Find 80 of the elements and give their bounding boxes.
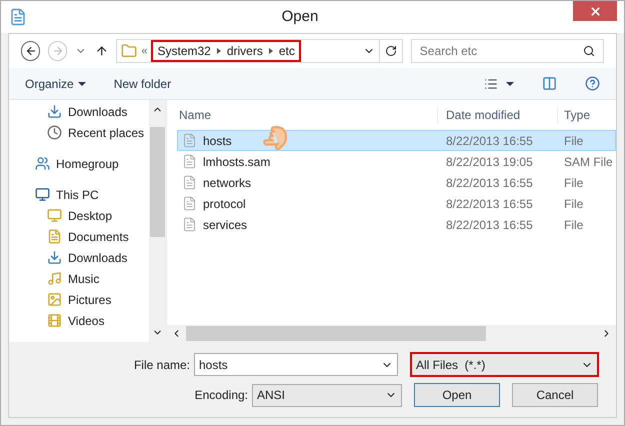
file-row[interactable]: protocol 8/22/2013 16:55 File: [177, 193, 616, 214]
new-folder-button[interactable]: New folder: [114, 74, 172, 92]
dialog-button[interactable]: Cancel: [512, 383, 598, 407]
back-button[interactable]: [21, 41, 40, 61]
file-name-value: hosts: [199, 356, 229, 374]
file-icon: [182, 154, 197, 169]
date-cell-text: 8/22/2013 16:55: [445, 216, 534, 234]
nav-item[interactable]: Music: [9, 268, 149, 289]
view-list-icon[interactable]: [484, 76, 498, 90]
type-cell-text: File: [563, 174, 584, 192]
close-icon: [588, 4, 602, 18]
caret-icon: [78, 82, 86, 86]
nav-item[interactable]: Desktop: [9, 205, 149, 226]
up-arrow-icon[interactable]: [94, 44, 108, 58]
column-header[interactable]: Name: [167, 106, 437, 124]
back-arrow-icon: [24, 45, 37, 57]
search-field[interactable]: Search etc: [410, 39, 604, 63]
notepad-icon: [9, 8, 27, 26]
date-cell-text: 8/22/2013 16:55: [445, 132, 534, 150]
pointing-hand-icon: [262, 125, 288, 151]
search-input[interactable]: Search etc: [420, 42, 583, 60]
file-name: services: [203, 216, 248, 234]
caret-icon[interactable]: [506, 82, 514, 86]
file-icon: [182, 175, 197, 190]
file-name-field[interactable]: hosts: [194, 353, 398, 376]
breadcrumb-item[interactable]: System32: [157, 42, 211, 60]
date-cell-text: 8/22/2013 16:55: [445, 174, 534, 192]
nav-item[interactable]: Downloads: [9, 247, 149, 268]
forward-arrow-icon: [52, 45, 64, 57]
search-icon: [583, 45, 595, 57]
type-cell-text: File: [563, 196, 584, 212]
overflow-chevron[interactable]: «: [141, 42, 148, 60]
separator-icon: [268, 48, 273, 54]
nav-item[interactable]: Pictures: [9, 289, 149, 310]
refresh-button[interactable]: [380, 39, 403, 63]
file-name: hosts: [203, 132, 232, 150]
type-cell-text: File: [563, 132, 584, 150]
separator-icon: [216, 48, 221, 54]
preview-pane-icon[interactable]: [542, 76, 557, 91]
breadcrumb-item[interactable]: etc: [278, 42, 295, 60]
nav-item[interactable]: Videos: [9, 310, 149, 331]
column-header[interactable]: Type: [557, 106, 616, 124]
address-bar[interactable]: « System32 drivers etc: [116, 39, 380, 63]
nav-item[interactable]: Recent places: [9, 122, 149, 143]
scroll-thumb[interactable]: [150, 127, 165, 237]
file-icon: [182, 196, 197, 211]
horizontal-scrollbar[interactable]: [167, 325, 616, 342]
nav-item[interactable]: Documents: [9, 226, 149, 247]
file-icon: [182, 133, 197, 148]
column-header[interactable]: Date modified: [437, 106, 557, 124]
file-name-label: File name:: [132, 356, 191, 374]
dialog-button[interactable]: Open: [414, 383, 500, 407]
window-title: Open: [280, 6, 320, 27]
date-cell-text: 8/22/2013 16:55: [445, 196, 534, 212]
encoding-value: ANSI: [257, 387, 286, 404]
organize-menu[interactable]: Organize: [25, 74, 86, 92]
file-row[interactable]: lmhosts.sam 8/22/2013 19:05 SAM File: [177, 151, 616, 172]
nav-item[interactable]: This PC: [9, 184, 149, 205]
file-name: networks: [203, 174, 252, 192]
file-type-dropdown[interactable]: All Files (*.*): [410, 352, 599, 377]
file-row[interactable]: services 8/22/2013 16:55 File: [177, 214, 616, 235]
nav-item[interactable]: Downloads: [9, 101, 149, 122]
file-icon: [182, 217, 197, 232]
nav-item[interactable]: Homegroup: [9, 153, 149, 174]
refresh-icon: [384, 45, 397, 57]
breadcrumb-item[interactable]: drivers: [226, 42, 263, 60]
date-cell-text: 8/22/2013 19:05: [445, 154, 534, 170]
type-cell-text: File: [563, 216, 584, 234]
file-type-value: All Files (*.*): [416, 356, 486, 374]
file-name: lmhosts.sam: [203, 154, 270, 170]
encoding-dropdown[interactable]: ANSI: [252, 384, 402, 406]
file-row[interactable]: hosts 8/22/2013 16:55 File: [177, 130, 616, 151]
help-icon[interactable]: [585, 76, 600, 91]
close-button[interactable]: [573, 1, 617, 21]
scroll-thumb[interactable]: [186, 326, 486, 341]
encoding-label: Encoding:: [194, 387, 249, 404]
type-cell-text: SAM File: [563, 154, 614, 170]
vertical-scrollbar[interactable]: [149, 100, 166, 342]
file-row[interactable]: networks 8/22/2013 16:55 File: [177, 172, 616, 193]
file-name: protocol: [203, 196, 246, 212]
